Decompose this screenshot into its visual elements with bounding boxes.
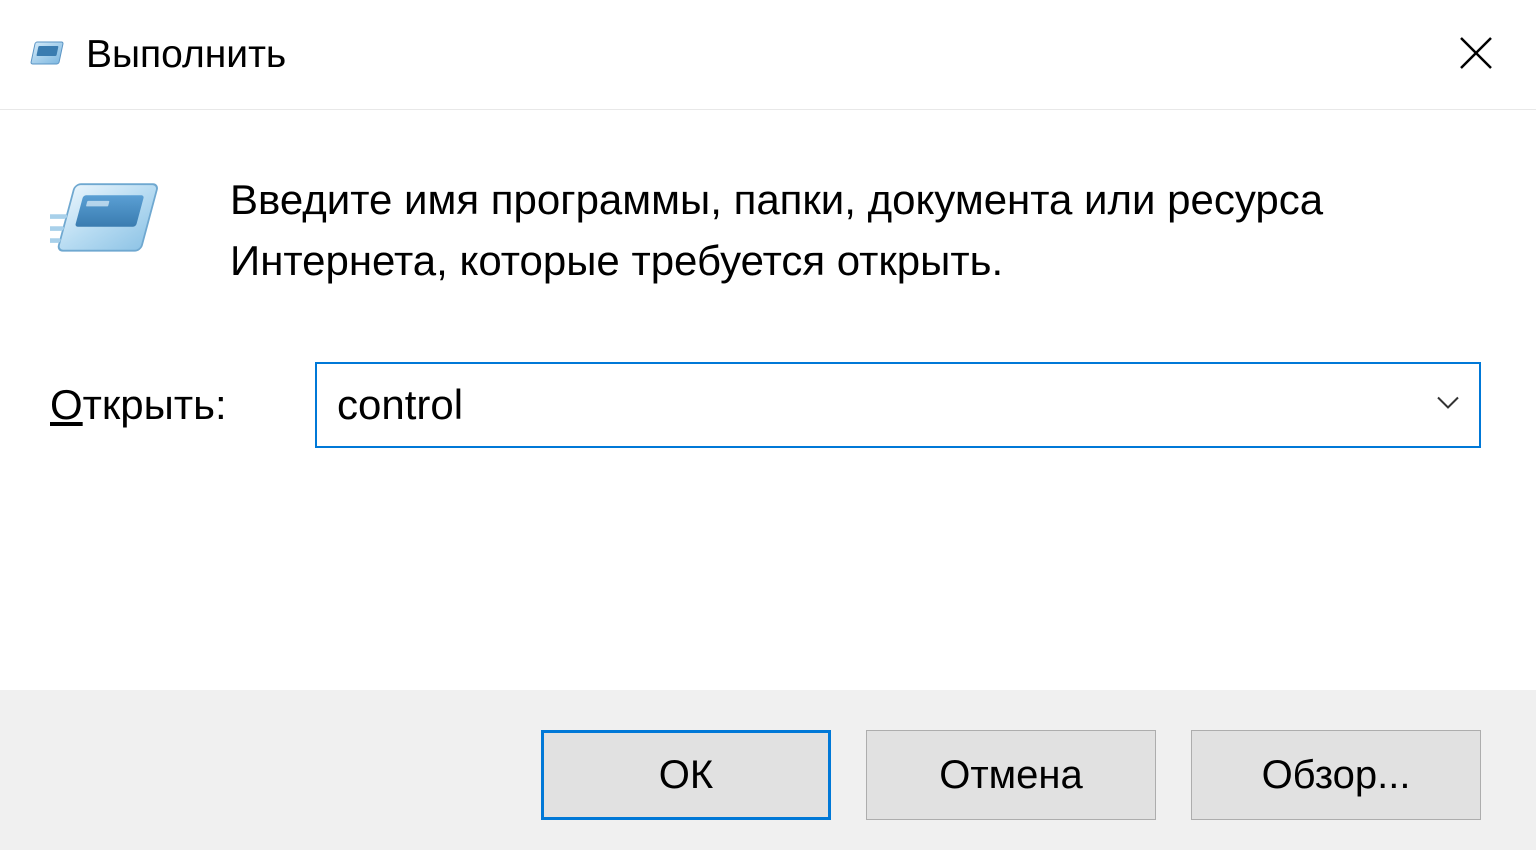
run-dialog: Выполнить [0,0,1536,850]
close-button[interactable] [1446,25,1506,85]
close-icon [1456,33,1496,76]
cancel-button[interactable]: Отмена [866,730,1156,820]
titlebar-left: Выполнить [28,33,286,77]
run-icon-small [28,39,66,71]
open-input[interactable] [315,362,1481,448]
info-row: Введите имя программы, папки, документа … [50,170,1486,292]
button-bar: ОК Отмена Обзор... [0,690,1536,850]
dialog-content: Введите имя программы, папки, документа … [0,110,1536,690]
browse-button[interactable]: Обзор... [1191,730,1481,820]
dialog-description: Введите имя программы, папки, документа … [230,170,1486,292]
window-title: Выполнить [86,33,286,77]
titlebar: Выполнить [0,0,1536,110]
run-icon [50,175,170,275]
open-label: Открыть: [50,381,265,429]
open-combobox[interactable] [315,362,1481,448]
input-row: Открыть: [50,362,1486,448]
ok-button[interactable]: ОК [541,730,831,820]
